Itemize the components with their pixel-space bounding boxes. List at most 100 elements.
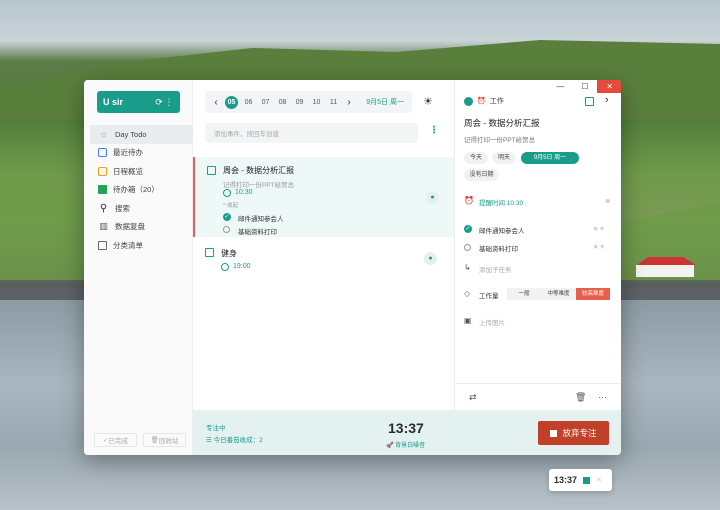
day-07[interactable]: 07 (257, 99, 274, 106)
stop-icon[interactable] (583, 476, 591, 484)
user-button[interactable]: U sir ⟳ ⋮ (97, 91, 180, 113)
mini-timer[interactable]: 13:37 ✕ (549, 469, 612, 491)
sidebar-item-label: 最近待办 (113, 148, 143, 158)
date-selected-pill[interactable]: 9月5日 周一 (521, 152, 579, 164)
list-icon (98, 240, 107, 250)
completed-button[interactable]: ✓ 已完成 (94, 433, 137, 447)
background-house (632, 257, 696, 277)
workload-label: 工作量 (479, 293, 499, 300)
sync-icon[interactable]: ⟳ (154, 97, 164, 108)
task-list-pane: ‹ 05 06 07 08 09 10 11 › 9月5日 周一 ☀ 添加事件，… (193, 80, 454, 410)
day-06[interactable]: 06 (240, 99, 257, 106)
sidebar: U sir ⟳ ⋮ ☼ Day Todo 最近待办 日程概览 待办箱（20） ⚲ (84, 80, 193, 455)
day-09[interactable]: 09 (291, 99, 308, 106)
give-up-focus-button[interactable]: 放弃专注 (538, 421, 609, 445)
pomodoro-count-text: 今日番茄收成：2 (213, 437, 263, 444)
trash-button[interactable]: 🗑 回收站 (143, 433, 186, 447)
day-11[interactable]: 11 (325, 99, 342, 106)
add-subtask-input[interactable]: 添加子任务 (479, 264, 512, 274)
upload-image-button[interactable]: 上传图片 (479, 317, 505, 327)
detail-note[interactable]: 记得打印一份PPT给贺总 (464, 134, 535, 144)
next-arrow-icon[interactable]: › (605, 94, 609, 106)
delete-subtask-icon[interactable]: ✕ ≡ (593, 225, 604, 233)
sidebar-item-schedule[interactable]: 日程概览 (90, 162, 193, 181)
sidebar-item-label: 待办箱（20） (113, 185, 159, 195)
completed-label: 已完成 (108, 438, 128, 445)
trash-label: 回收站 (158, 438, 179, 445)
category-label: 工作 (489, 98, 504, 105)
delete-icon[interactable]: 🗑 (575, 392, 586, 403)
calendar-overview-icon (98, 166, 107, 176)
task-checkbox[interactable] (207, 166, 216, 175)
close-icon[interactable]: ✕ (596, 476, 602, 484)
task-checkbox[interactable] (205, 248, 214, 257)
app-window: U sir ⟳ ⋮ ☼ Day Todo 最近待办 日程概览 待办箱（20） ⚲ (84, 80, 621, 455)
date-today-pill[interactable]: 今天 (464, 152, 488, 164)
list-options-icon[interactable]: ⋮ (429, 125, 439, 136)
subtask-done-icon[interactable]: ✓ (223, 213, 231, 221)
complete-checkbox[interactable] (585, 97, 594, 106)
task-card-meeting[interactable]: 周会 - 数据分析汇报 记得打印一份PPT给贺总 10:30 ^ 收起 ✓ 邮件… (193, 157, 454, 237)
difficulty-medium[interactable]: 中等难度 (541, 288, 576, 300)
white-noise-button[interactable]: 🚀 背景白噪音 (386, 440, 425, 449)
collapse-label: 收起 (227, 203, 239, 209)
focus-drop-icon[interactable]: ● (424, 252, 437, 265)
current-date-label[interactable]: 9月5日 周一 (366, 97, 408, 107)
subtask-done-icon[interactable]: ✓ (464, 225, 472, 233)
more-icon[interactable]: ⋮ (164, 97, 174, 108)
focus-drop-icon[interactable]: ● (426, 191, 439, 204)
sidebar-item-lists[interactable]: 分类清单 (90, 236, 193, 255)
sidebar-item-stats[interactable]: ▥ 数据复盘 (90, 218, 193, 237)
day-05[interactable]: 05 (225, 95, 238, 109)
add-task-input[interactable]: 添加事件，按回车创建 (205, 123, 418, 143)
image-icon: ▣ (464, 316, 472, 325)
subtask-open-icon[interactable] (223, 226, 230, 233)
alarm-clock-icon: ⏰ (477, 98, 486, 105)
day-08[interactable]: 08 (274, 99, 291, 106)
category-color-icon (464, 96, 473, 106)
repeat-icon[interactable]: ⇄ (469, 392, 477, 403)
detail-subtask-label[interactable]: 基础资料打印 (479, 243, 518, 253)
date-selector: ‹ 05 06 07 08 09 10 11 › 9月5日 周一 (205, 91, 412, 113)
sidebar-item-recent[interactable]: 最近待办 (90, 144, 193, 163)
alarm-icon (221, 263, 229, 271)
task-title: 周会 - 数据分析汇报 (223, 166, 295, 175)
task-time: 10:30 (235, 189, 253, 196)
subtask-label: 邮件通知参会人 (238, 216, 284, 223)
clear-reminder-icon[interactable]: ⊗ (605, 197, 610, 205)
theme-toggle-icon[interactable]: ☀ (423, 95, 433, 108)
day-10[interactable]: 10 (308, 99, 325, 106)
difficulty-normal[interactable]: 一般 (507, 288, 542, 300)
detail-title[interactable]: 周会 - 数据分析汇报 (464, 117, 540, 129)
minimize-icon[interactable]: — (548, 80, 573, 93)
subtask-open-icon[interactable] (464, 244, 471, 251)
difficulty-high[interactable]: 较高难度 (575, 288, 610, 300)
user-name: U sir (103, 97, 124, 107)
date-tomorrow-pill[interactable]: 明天 (492, 152, 516, 164)
next-week-icon[interactable]: › (342, 97, 356, 108)
collapse-toggle[interactable]: ^ 收起 (223, 201, 238, 209)
delete-subtask-icon[interactable]: ✕ ≡ (593, 243, 604, 251)
sidebar-item-search[interactable]: ⚲ 搜索 (90, 199, 193, 218)
maximize-icon[interactable]: ☐ (573, 80, 598, 93)
focus-status: 专注中 (206, 425, 226, 432)
sidebar-item-inbox[interactable]: 待办箱（20） (90, 181, 193, 200)
detail-subtask-label[interactable]: 邮件通知参会人 (479, 225, 525, 235)
no-date-pill[interactable]: 没有日期 (464, 169, 499, 181)
detail-toolbar: ⇄ 🗑 ··· (455, 383, 621, 410)
more-options-icon[interactable]: ··· (598, 392, 607, 402)
category-tag[interactable]: ⏰ 工作 (464, 96, 504, 106)
calendar-icon (98, 148, 107, 158)
chart-icon: ▥ (99, 221, 108, 232)
sun-icon: ☼ (99, 129, 108, 140)
close-icon[interactable]: ✕ (597, 80, 621, 93)
prev-week-icon[interactable]: ‹ (209, 97, 223, 108)
reminder-time[interactable]: 提醒时间 10:30 (479, 197, 523, 207)
subtask-label: 基础资料打印 (238, 229, 277, 236)
workload-icon: ◇ (464, 289, 471, 298)
alarm-icon (223, 189, 231, 197)
window-controls: — ☐ ✕ (548, 80, 621, 93)
task-time: 19:00 (233, 263, 251, 270)
task-card-fitness[interactable]: 健身 19:00 ● (193, 242, 454, 276)
sidebar-item-day-todo[interactable]: ☼ Day Todo (90, 125, 193, 144)
